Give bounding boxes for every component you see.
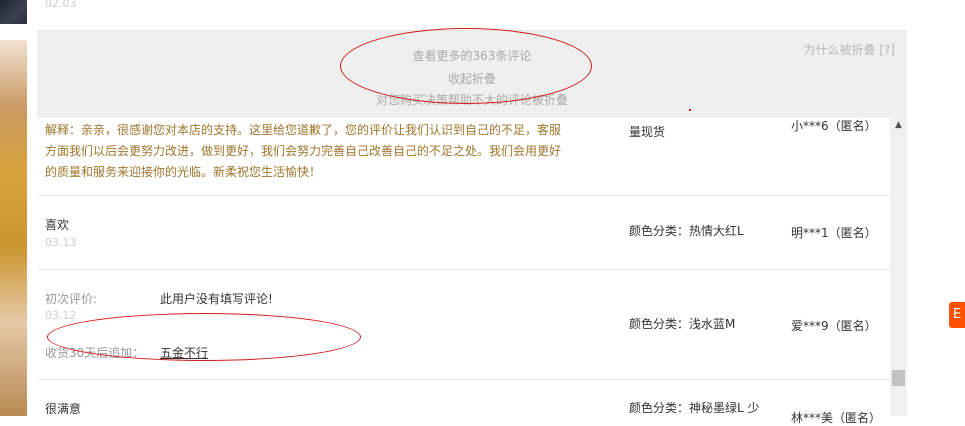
side-badge[interactable]: E	[949, 302, 965, 328]
seller-reply: 解释：亲亲，很感谢您对本店的支持。这里给您道歉了，您的评价让我们认识到自己的不足…	[45, 123, 562, 179]
reviewer-name: 小***6（匿名）	[791, 119, 877, 133]
review-date: 03.13	[45, 236, 77, 249]
review-row: 很满意 颜色分类：神秘墨绿L 少 林***美（匿名）	[37, 380, 890, 425]
review-date: 02.03	[45, 0, 77, 10]
why-folded-link[interactable]: 为什么被折叠 [?]	[803, 41, 895, 58]
review-text: 喜欢	[45, 218, 70, 232]
review-row: 喜欢 03.13 颜色分类：热情大红L 明***1（匿名）	[37, 196, 890, 270]
product-photo	[0, 40, 27, 416]
append-review-text: 五金不行	[160, 346, 209, 360]
review-text: 很满意	[45, 402, 82, 416]
folded-reviews-bar: 查看更多的363条评论 收起折叠 对您购买决策帮助不大的评论被折叠 为什么被折叠…	[37, 30, 907, 119]
collapse-fold-link[interactable]: 收起折叠	[37, 70, 907, 87]
scroll-up-arrow-icon[interactable]: ▲	[890, 120, 907, 130]
sku-info: 颜色分类：浅水蓝M	[629, 317, 736, 331]
sku-info: 量现货	[629, 125, 666, 139]
reviewer-name: 爱***9（匿名）	[791, 319, 877, 333]
scroll-thumb[interactable]	[892, 370, 905, 386]
review-row: 初次评价: 此用户没有填写评论! 03.12 收货30天后追加： 五金不行 颜色…	[37, 270, 890, 380]
annotation-dot	[689, 109, 691, 111]
folded-note: 对您购买决策帮助不大的评论被折叠	[375, 93, 568, 107]
scrollbar[interactable]: ▲	[890, 118, 907, 416]
initial-review-label: 初次评价:	[45, 292, 98, 306]
initial-review-text: 此用户没有填写评论!	[160, 292, 273, 306]
reviewer-name: 明***1（匿名）	[791, 226, 877, 240]
sku-info: 颜色分类：神秘墨绿L 少	[629, 401, 760, 415]
review-row: 解释：亲亲，很感谢您对本店的支持。这里给您道歉了，您的评价让我们认识到自己的不足…	[37, 118, 890, 196]
sku-info: 颜色分类：热情大红L	[629, 224, 744, 238]
review-date: 03.12	[45, 309, 77, 322]
append-review-label: 收货30天后追加：	[45, 346, 145, 360]
reviewer-name: 林***美（匿名）	[791, 411, 882, 425]
product-photo-top	[0, 0, 27, 24]
view-more-folded-link[interactable]: 查看更多的363条评论	[37, 47, 907, 64]
